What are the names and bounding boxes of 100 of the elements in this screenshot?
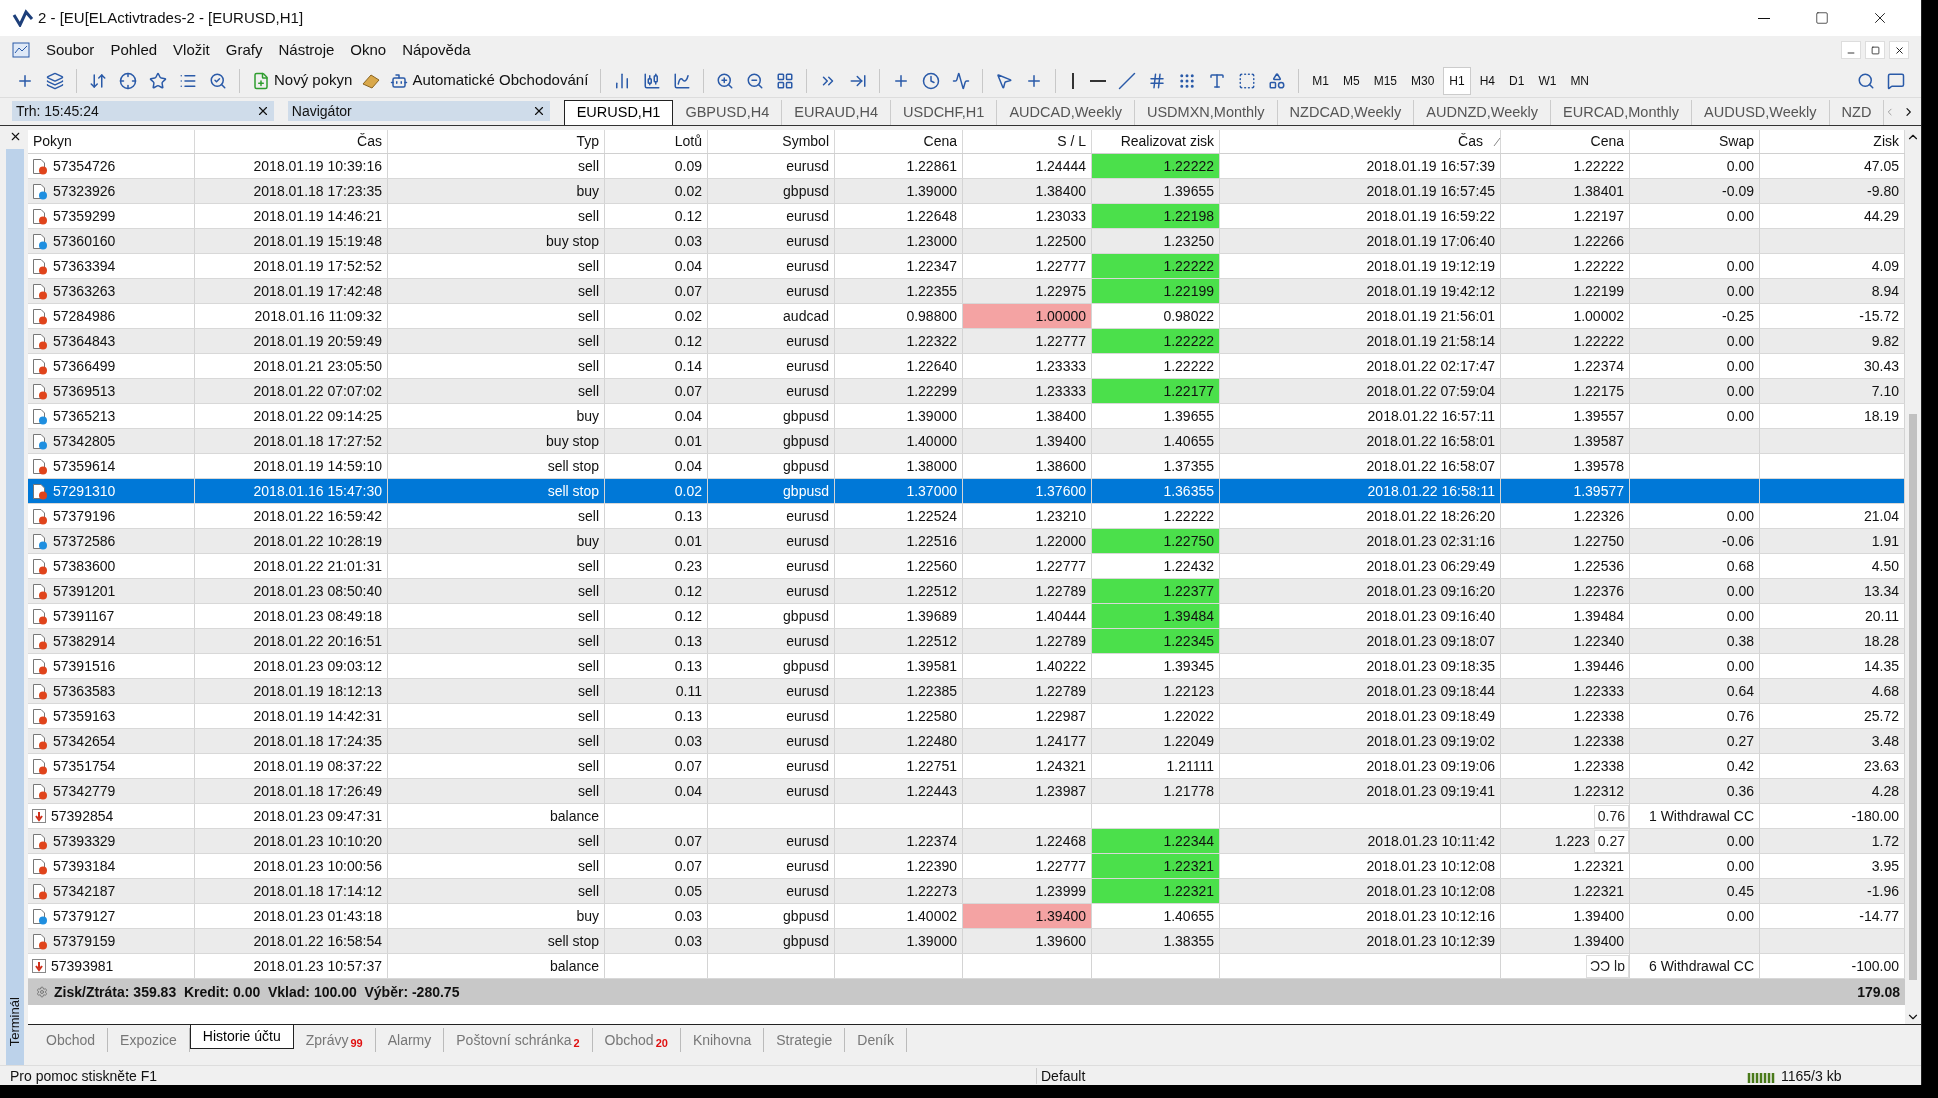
timeframe-button[interactable]: D1 <box>1504 66 1530 95</box>
table-row[interactable]: 57342805 2018.01.18 17:27:52 buy stop 0.01 gbpusd 1.40000 1.39400 1.40655 2018.01.22 16:58:01 1.39587 <box>28 429 1905 454</box>
chart-tab[interactable]: USDMXN,Monthly <box>1134 100 1278 125</box>
close-chart-button[interactable] <box>1889 41 1909 59</box>
table-row[interactable]: 57364843 2018.01.19 20:59:49 sell 0.12 eurusd 1.22322 1.22777 1.22222 2018.01.19 21:58:14 1.22222 0.00 9.82 <box>28 329 1905 354</box>
chart-tab[interactable]: AUDCAD,Weekly <box>997 100 1135 125</box>
timeframe-button[interactable]: MN <box>1565 66 1595 95</box>
table-row[interactable]: 57393981 2018.01.23 10:57:37 balance ƆƆ lɒ 6 Withdrawal CC -100.00 <box>28 954 1905 979</box>
column-header[interactable]: Čas <box>1220 130 1501 153</box>
ghost-text: 0.76 <box>1593 804 1629 828</box>
column-header[interactable]: Pokyn <box>28 130 195 153</box>
auto-trading-button[interactable]: Automatické Obchodování <box>386 66 593 95</box>
table-row[interactable]: 57342654 2018.01.18 17:24:35 sell 0.03 eurusd 1.22480 1.24177 1.22049 2018.01.23 09:19:02 1.22338 0.27 3.48 <box>28 729 1905 754</box>
chart-tab[interactable]: USDCHF,H1 <box>891 100 998 125</box>
menu-item[interactable]: Grafy <box>225 38 263 62</box>
table-row[interactable]: 57369513 2018.01.22 07:07:02 sell 0.07 eurusd 1.22299 1.23333 1.22177 2018.01.22 07:59:04 1.22175 0.00 7.10 <box>28 379 1905 404</box>
take-profit-cell-text: 1.38355 <box>1163 931 1214 951</box>
symbol-cell-text: gbpusd <box>783 481 829 501</box>
column-header[interactable]: Swap <box>1630 130 1760 153</box>
column-header[interactable]: Čas <box>195 130 388 153</box>
scrollbar-thumb[interactable] <box>1909 414 1917 980</box>
chart-tab[interactable]: AUDUSD,Weekly <box>1692 100 1830 125</box>
chart-tab[interactable]: EURAUD,H4 <box>782 100 892 125</box>
chart-tab[interactable]: EURUSD,H1 <box>563 100 674 125</box>
chart-tab[interactable]: NZD <box>1829 100 1885 125</box>
table-row[interactable]: 57359299 2018.01.19 14:46:21 sell 0.12 eurusd 1.22648 1.23033 1.22198 2018.01.19 16:59:22 1.22197 0.00 44.29 <box>28 204 1905 229</box>
table-row[interactable]: 57366499 2018.01.21 23:05:50 sell 0.14 eurusd 1.22640 1.23333 1.22222 2018.01.22 02:17:47 1.22374 0.00 30.43 <box>28 354 1905 379</box>
column-header[interactable]: S / L <box>963 130 1092 153</box>
table-row[interactable]: 57342187 2018.01.18 17:14:12 sell 0.05 eurusd 1.22273 1.23999 1.22321 2018.01.23 10:12:08 1.22321 0.45 -1.96 <box>28 879 1905 904</box>
table-row[interactable]: 57379159 2018.01.22 16:58:54 sell stop 0.03 gbpusd 1.39000 1.39600 1.38355 2018.01.23 10:12:39 1.39400 <box>28 929 1905 954</box>
minimize-chart-button[interactable] <box>1841 41 1861 59</box>
chart-tab[interactable]: NZDCAD,Weekly <box>1277 100 1415 125</box>
menu-item[interactable]: Pohled <box>110 38 158 62</box>
table-row[interactable]: 57383600 2018.01.22 21:01:31 sell 0.23 eurusd 1.22560 1.22777 1.22432 2018.01.23 06:29:49 1.22536 0.68 4.50 <box>28 554 1905 579</box>
table-row[interactable]: 57284986 2018.01.16 11:09:32 sell 0.02 audcad 0.98800 1.00000 0.98022 2018.01.19 21:56:01 1.00002 -0.25 -15.72 <box>28 304 1905 329</box>
lots-cell-text: 0.07 <box>674 281 702 301</box>
table-row[interactable]: 57363394 2018.01.19 17:52:52 sell 0.04 eurusd 1.22347 1.22777 1.22222 2018.01.19 19:12:19 1.22222 0.00 4.09 <box>28 254 1905 279</box>
column-header[interactable]: Lotů <box>605 130 708 153</box>
terminal-tab[interactable]: Alarmy <box>375 1028 445 1052</box>
menu-item[interactable]: Okno <box>350 38 387 62</box>
table-row[interactable]: 57360160 2018.01.19 15:19:48 buy stop 0.03 eurusd 1.23000 1.22500 1.23250 2018.01.19 17:06:40 1.22266 <box>28 229 1905 254</box>
swap-cell-text: 1 Withdrawal CC <box>1648 806 1754 826</box>
close-price-cell-text: 1.39446 <box>1573 656 1624 676</box>
column-header[interactable]: Cena <box>1501 130 1630 153</box>
table-row[interactable]: 57382914 2018.01.22 20:16:51 sell 0.13 eurusd 1.22512 1.22789 1.22345 2018.01.23 09:18:07 1.22340 0.38 18.28 <box>28 629 1905 654</box>
chart-tab[interactable]: EURCAD,Monthly <box>1551 100 1693 125</box>
column-header[interactable]: Realizovat zisk <box>1092 130 1220 153</box>
terminal-tab[interactable]: Strategie <box>764 1028 846 1052</box>
order-icon <box>32 332 48 350</box>
table-row[interactable]: 57342779 2018.01.18 17:26:49 sell 0.04 eurusd 1.22443 1.23987 1.21778 2018.01.23 09:19:41 1.22312 0.36 4.28 <box>28 779 1905 804</box>
timeframe-button[interactable]: M30 <box>1406 66 1440 95</box>
table-row[interactable]: 57393329 2018.01.23 10:10:20 sell 0.07 eurusd 1.22374 1.22468 1.22344 2018.01.23 10:11:42 1.223 0.27 0.00 1.72 <box>28 829 1905 854</box>
chart-tab[interactable]: GBPUSD,H4 <box>673 100 783 125</box>
vertical-scrollbar[interactable] <box>1905 130 1921 1024</box>
take-profit-cell-text: 1.22022 <box>1163 706 1214 726</box>
timeframe-button[interactable]: M5 <box>1338 66 1365 95</box>
panel-title: Navigátor <box>291 101 353 121</box>
table-row[interactable]: 57323926 2018.01.18 17:23:35 buy 0.02 gbpusd 1.39000 1.38400 1.39655 2018.01.19 16:57:45 1.38401 -0.09 -9.80 <box>28 179 1905 204</box>
terminal-tab[interactable]: Obchod <box>34 1028 109 1052</box>
table-row[interactable]: 57379196 2018.01.22 16:59:42 sell 0.13 eurusd 1.22524 1.23210 1.22222 2018.01.22 18:26:20 1.22326 0.00 21.04 <box>28 504 1905 529</box>
table-row[interactable]: 57392854 2018.01.23 09:47:31 balance 0.76 1 Withdrawal CC -180.00 <box>28 804 1905 829</box>
terminal-tab[interactable]: Knihovna <box>680 1028 765 1052</box>
table-row[interactable]: 57391167 2018.01.23 08:49:18 sell 0.12 gbpusd 1.39689 1.40444 1.39484 2018.01.23 09:16:40 1.39484 0.00 20.11 <box>28 604 1905 629</box>
table-row[interactable]: 57391201 2018.01.23 08:50:40 sell 0.12 eurusd 1.22512 1.22789 1.22377 2018.01.23 09:16:20 1.22376 0.00 13.34 <box>28 579 1905 604</box>
table-row[interactable]: 57363583 2018.01.19 18:12:13 sell 0.11 eurusd 1.22385 1.22789 1.22123 2018.01.23 09:18:44 1.22333 0.64 4.68 <box>28 679 1905 704</box>
menu-item[interactable]: Nástroje <box>278 38 335 62</box>
type-cell-text: sell <box>578 781 599 801</box>
menu-item[interactable]: Soubor <box>46 38 95 62</box>
column-header[interactable]: Symbol <box>708 130 835 153</box>
timeframe-button[interactable]: H1 <box>1443 66 1471 95</box>
column-header[interactable]: Cena <box>835 130 963 153</box>
table-row[interactable]: 57359163 2018.01.19 14:42:31 sell 0.13 eurusd 1.22580 1.22987 1.22022 2018.01.23 09:18:49 1.22338 0.76 25.72 <box>28 704 1905 729</box>
table-row[interactable]: 57351754 2018.01.19 08:37:22 sell 0.07 eurusd 1.22751 1.24321 1.21111 2018.01.23 09:19:06 1.22338 0.42 23.63 <box>28 754 1905 779</box>
table-row[interactable]: 57291310 2018.01.16 15:47:30 sell stop 0.02 gbpusd 1.37000 1.37600 1.36355 2018.01.22 16:58:11 1.39577 <box>28 479 1905 504</box>
timeframe-button[interactable]: M1 <box>1307 66 1334 95</box>
table-row[interactable]: 57363263 2018.01.19 17:42:48 sell 0.07 eurusd 1.22355 1.22975 1.22199 2018.01.19 19:42:12 1.22199 0.00 8.94 <box>28 279 1905 304</box>
table-row[interactable]: 57372586 2018.01.22 10:28:19 buy 0.01 eurusd 1.22516 1.22000 1.22750 2018.01.23 02:31:16 1.22750 -0.06 1.91 <box>28 529 1905 554</box>
table-row[interactable]: 57391516 2018.01.23 09:03:12 sell 0.13 gbpusd 1.39581 1.40222 1.39345 2018.01.23 09:18:35 1.39446 0.00 14.35 <box>28 654 1905 679</box>
window-title: 2 - [EU[ELActivtrades-2 - [EURUSD,H1] <box>38 7 304 28</box>
terminal-tab[interactable]: Historie účtu <box>189 1025 294 1049</box>
menu-item[interactable]: Nápověda <box>402 38 471 62</box>
table-row[interactable]: 57359614 2018.01.19 14:59:10 sell stop 0.04 gbpusd 1.38000 1.38600 1.37355 2018.01.22 16:58:07 1.39578 <box>28 454 1905 479</box>
close-time-cell-text: 2018.01.23 09:19:02 <box>1366 731 1495 751</box>
timeframe-button[interactable]: M15 <box>1368 66 1402 95</box>
terminal-tab[interactable]: Expozice <box>108 1028 190 1052</box>
chart-tab[interactable]: AUDNZD,Weekly <box>1414 100 1551 125</box>
type-cell-text: sell <box>578 731 599 751</box>
timeframe-button[interactable]: H4 <box>1474 66 1501 95</box>
menu-item[interactable]: Vložit <box>173 38 210 62</box>
timeframe-button[interactable]: W1 <box>1533 66 1562 95</box>
table-row[interactable]: 57365213 2018.01.22 09:14:25 buy 0.04 gbpusd 1.39000 1.38400 1.39655 2018.01.22 16:57:11 1.39557 0.00 18.19 <box>28 404 1905 429</box>
terminal-tab[interactable]: Deník <box>845 1028 907 1052</box>
table-row[interactable]: 57354726 2018.01.19 10:39:16 sell 0.09 eurusd 1.22861 1.24444 1.22222 2018.01.19 16:57:39 1.22222 0.00 47.05 <box>28 154 1905 179</box>
table-row[interactable]: 57393184 2018.01.23 10:00:56 sell 0.07 eurusd 1.22390 1.22777 1.22321 2018.01.23 10:12:08 1.22321 0.00 3.95 <box>28 854 1905 879</box>
swap-cell-text: 0.00 <box>1726 906 1754 926</box>
price-cell-text: 1.39000 <box>906 181 957 201</box>
table-row[interactable]: 57379127 2018.01.23 01:43:18 buy 0.03 gbpusd 1.40002 1.39400 1.40655 2018.01.23 10:12:16 1.39400 0.00 -14.77 <box>28 904 1905 929</box>
order-number: 57291310 <box>53 481 116 501</box>
new-order-button[interactable]: Nový pokyn <box>248 66 357 95</box>
column-header[interactable]: Typ <box>388 130 605 153</box>
